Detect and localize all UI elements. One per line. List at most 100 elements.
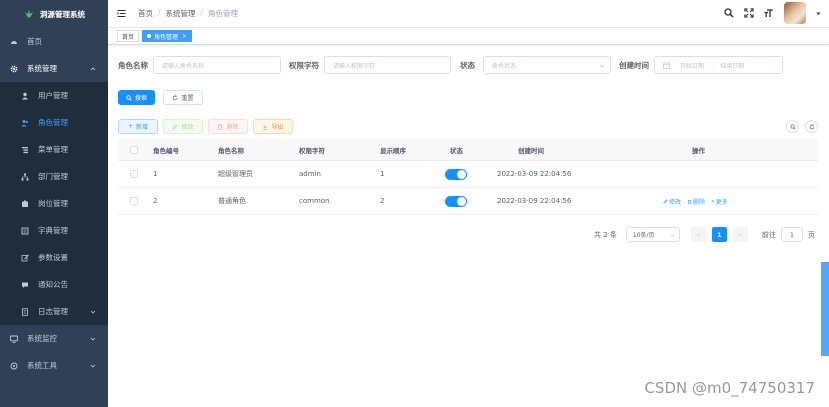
- role-key: admin: [299, 170, 321, 178]
- breadcrumb-separator: /: [158, 8, 161, 17]
- avatar[interactable]: [784, 2, 806, 24]
- sidebar-item-menus[interactable]: 菜单管理: [0, 136, 108, 163]
- table-row[interactable]: 1 超级管理员 admin 1 2022-03-09 22:04:56: [118, 161, 818, 188]
- status-select[interactable]: 角色状态: [483, 56, 611, 74]
- breadcrumb: 首页 / 系统管理 / 角色管理: [138, 8, 238, 19]
- select-all-checkbox[interactable]: [130, 145, 138, 154]
- search-icon[interactable]: [724, 8, 734, 18]
- table-row[interactable]: 2 普通角色 common 2 2022-03-09 22:04:56 修改 删…: [118, 188, 818, 215]
- row-delete-link[interactable]: 删除: [687, 197, 705, 206]
- edit-icon: [173, 123, 179, 129]
- sidebar-item-posts[interactable]: 岗位管理: [0, 190, 108, 217]
- search-icon: [126, 94, 132, 101]
- row-checkbox[interactable]: [130, 197, 138, 205]
- create-time-label: 创建时间: [619, 60, 649, 70]
- sidebar-item-dict[interactable]: 字典管理: [0, 217, 108, 244]
- export-button-label: 导出: [271, 124, 284, 131]
- sidebar-submenu: 用户管理 角色管理 菜单管理 部门管理 岗位管理 字典管理 参数设置 通知公告: [0, 82, 108, 325]
- sidebar-item-notice[interactable]: 通知公告: [0, 271, 108, 298]
- caret-down-icon[interactable]: [816, 11, 821, 16]
- search-form: 角色名称 请输入角色名称 权限字符 请输入权限字符 状态 角色状态 创建时间 开…: [118, 56, 783, 74]
- brand: 洞源管理系统: [0, 0, 108, 28]
- edit-icon: [663, 198, 668, 204]
- download-icon: [263, 124, 268, 130]
- role-sort: 2: [380, 197, 385, 205]
- row-edit-link[interactable]: 修改: [663, 197, 681, 206]
- refresh-button[interactable]: [805, 120, 818, 133]
- search-button[interactable]: 搜索: [118, 90, 155, 105]
- sidebar-item-tools[interactable]: 系统工具: [0, 352, 108, 379]
- chevron-down-icon: [599, 64, 605, 68]
- export-button[interactable]: 导出: [253, 119, 293, 134]
- hamburger-icon[interactable]: [117, 9, 126, 18]
- date-range-picker[interactable]: 开始日期 - 结束日期: [654, 56, 783, 74]
- sidebar-item-label: 参数设置: [38, 253, 68, 262]
- toggle-search-button[interactable]: [786, 120, 799, 133]
- sidebar-item-logs[interactable]: 日志管理: [0, 298, 108, 325]
- plus-icon: +: [127, 123, 133, 130]
- chevron-down-icon: [90, 310, 96, 314]
- sidebar-item-label: 日志管理: [38, 307, 68, 316]
- status-label: 状态: [460, 60, 475, 70]
- row-checkbox[interactable]: [130, 170, 138, 178]
- reset-button[interactable]: 重置: [163, 90, 203, 105]
- sidebar-item-users[interactable]: 用户管理: [0, 82, 108, 109]
- switch-knob: [457, 196, 466, 206]
- role-key-input[interactable]: 请输入权限字符: [324, 56, 451, 74]
- sidebar-item-roles[interactable]: 角色管理: [0, 109, 108, 136]
- add-button[interactable]: + 新增: [118, 119, 158, 134]
- column-header: 权限字符: [299, 146, 325, 155]
- fullscreen-icon[interactable]: [744, 8, 754, 18]
- breadcrumb-separator: /: [200, 8, 204, 17]
- sidebar-item-label: 部门管理: [38, 172, 68, 181]
- column-header: 角色名称: [218, 146, 244, 155]
- next-page-button[interactable]: ›: [732, 227, 748, 242]
- row-more-link[interactable]: » 更多: [711, 197, 728, 206]
- tag-roles[interactable]: 角色管理 ×: [142, 30, 193, 42]
- search-button-label: 搜索: [134, 95, 147, 102]
- goto-page-input[interactable]: 1: [780, 227, 803, 242]
- sidebar-item-depts[interactable]: 部门管理: [0, 163, 108, 190]
- delete-icon: [218, 124, 223, 130]
- column-header: 创建时间: [518, 146, 544, 155]
- page-size-select[interactable]: 10条/页: [625, 227, 680, 242]
- add-button-label: 新增: [136, 124, 149, 131]
- font-size-icon[interactable]: [764, 8, 774, 18]
- role-key-label: 权限字符: [289, 60, 319, 70]
- status-placeholder: 角色状态: [492, 62, 517, 70]
- sidebar-item-config[interactable]: 参数设置: [0, 244, 108, 271]
- main-content: 角色名称 请输入角色名称 权限字符 请输入权限字符 状态 角色状态 创建时间 开…: [108, 46, 821, 407]
- calendar-icon: [663, 62, 670, 69]
- status-switch[interactable]: [445, 195, 467, 207]
- role-id: 1: [153, 170, 158, 178]
- tool-icon: [10, 362, 18, 370]
- status-switch[interactable]: [445, 168, 467, 180]
- prev-page-button[interactable]: ‹: [690, 227, 706, 242]
- delete-button[interactable]: 删除: [208, 119, 248, 134]
- tag-home[interactable]: 首页: [117, 30, 140, 42]
- tag-label: 首页: [122, 33, 135, 41]
- role-name: 普通角色: [218, 197, 246, 205]
- row-more-label: 更多: [715, 198, 728, 206]
- role-name-input[interactable]: 请输入角色名称: [153, 56, 281, 74]
- settings-drawer-handle[interactable]: [821, 262, 829, 356]
- sidebar-item-label: 通知公告: [38, 280, 68, 289]
- pagination: 共 2 条 10条/页 ‹ 1 › 前往 1 页: [594, 227, 815, 242]
- sidebar: 洞源管理系统 首页 系统管理 用户管理 角色管理 菜单管理 部门管理 岗位管理: [0, 0, 108, 407]
- created-time: 2022-03-09 22:04:56: [497, 170, 572, 178]
- sidebar-item-monitor[interactable]: 系统监控: [0, 325, 108, 352]
- gear-icon: [10, 65, 18, 73]
- sidebar-item-system[interactable]: 系统管理: [0, 55, 108, 82]
- page-number-current[interactable]: 1: [711, 227, 727, 242]
- tree-icon: [21, 173, 29, 181]
- edit-button[interactable]: 修改: [163, 119, 203, 134]
- breadcrumb-system: 系统管理: [165, 9, 196, 18]
- close-icon[interactable]: ×: [182, 33, 187, 40]
- breadcrumb-current: 角色管理: [208, 9, 239, 18]
- chevron-right-icon: ›: [739, 230, 742, 239]
- breadcrumb-home[interactable]: 首页: [138, 8, 153, 19]
- sidebar-item-home[interactable]: 首页: [0, 28, 108, 55]
- role-sort: 1: [380, 170, 385, 178]
- sidebar-item-label: 系统监控: [27, 334, 57, 343]
- watermark: CSDN @m0_74750317: [644, 379, 815, 397]
